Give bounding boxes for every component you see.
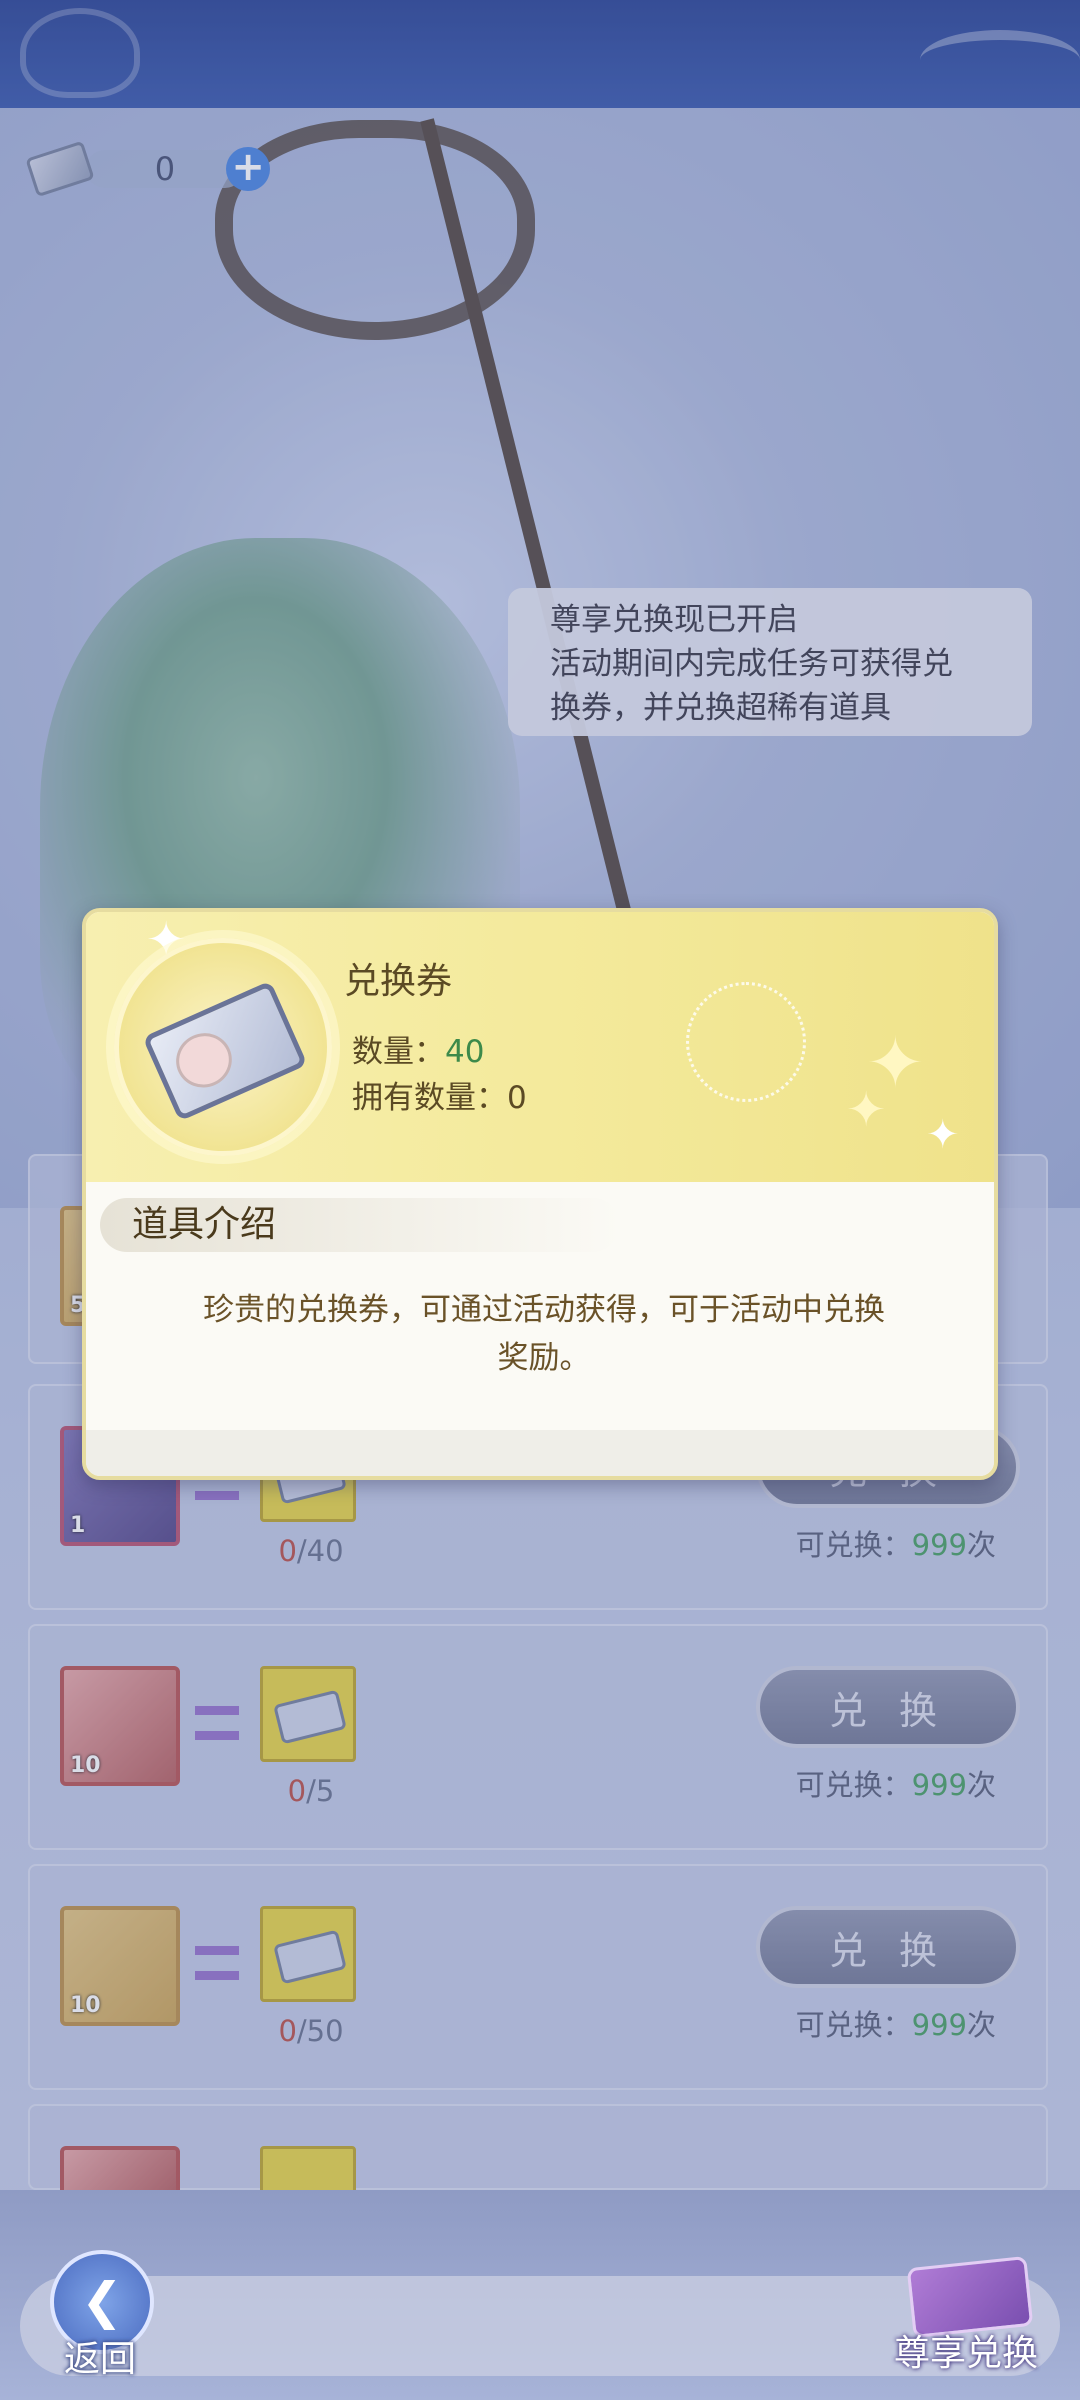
exchange-ticket-icon — [142, 980, 308, 1122]
modal-footer — [86, 1430, 994, 1476]
sparkle-icon: ✦ — [846, 1082, 887, 1138]
ring-decoration — [686, 982, 806, 1102]
item-description: 珍贵的兑换券，可通过活动获得，可于活动中兑换 奖励。 — [203, 1292, 885, 1376]
owned-quantity-line: 拥有数量：0 — [352, 1080, 527, 1116]
item-name: 兑换券 — [344, 961, 453, 1002]
sparkle-icon: ✦ — [926, 1112, 960, 1158]
quantity-line: 数量：40 — [352, 1034, 485, 1070]
item-intro-title: 道具介绍 — [100, 1198, 620, 1252]
back-button[interactable]: ❮ 返回 — [50, 2250, 160, 2390]
item-icon-frame — [114, 938, 332, 1156]
item-detail-modal[interactable]: ✦ ✦ ✦ ✦ 兑换券 数量：40 拥有数量：0 道具介绍 珍贵的兑换券，可通过… — [82, 908, 998, 1480]
back-label: 返回 — [64, 2339, 137, 2380]
vip-exchange-button[interactable]: 尊享兑换 — [880, 2255, 1070, 2392]
vip-exchange-label: 尊享兑换 — [894, 2333, 1039, 2374]
